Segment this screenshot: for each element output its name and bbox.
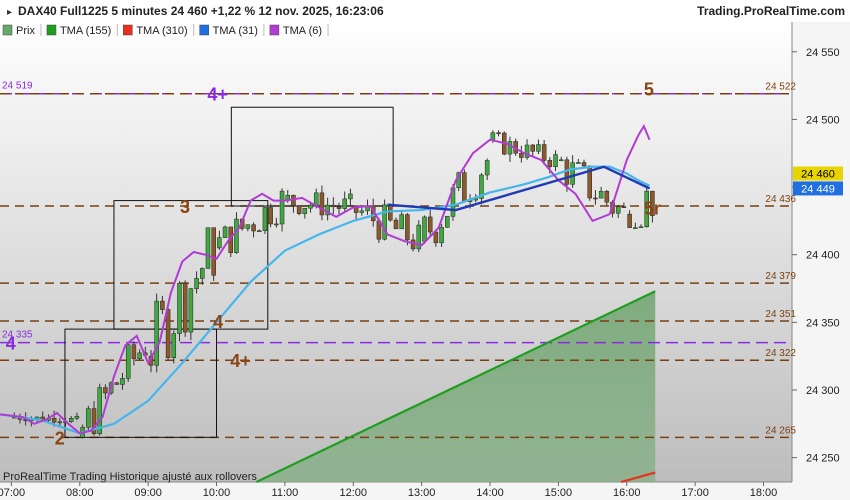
y-tick-label: 24 550 (806, 47, 840, 59)
candle (211, 227, 216, 281)
candle (296, 205, 302, 216)
candle (177, 281, 182, 342)
tma31-price-tag: 24 449 (793, 181, 843, 196)
wave-label: 4 (213, 312, 223, 332)
legend-swatch (199, 24, 209, 36)
legend-label: TMA (310) (136, 25, 187, 37)
candle (445, 216, 450, 228)
candle (182, 280, 188, 337)
candle (188, 287, 194, 341)
x-tick-label: 12:00 (340, 487, 368, 499)
legend-swatch (269, 24, 280, 36)
last-price-tag: 24 460 (793, 166, 843, 181)
legend-item[interactable]: TMA (6) (269, 24, 329, 37)
wave-label: 2 (55, 428, 65, 448)
x-tick-label: 10:00 (203, 487, 231, 499)
x-tick-label: 15:00 (545, 487, 573, 499)
x-tick-label: 18:00 (750, 487, 778, 499)
brand-label: Trading.ProRealTime.com (697, 4, 845, 18)
level-label: 24 379 (765, 271, 796, 282)
candle (462, 169, 467, 202)
candle (125, 342, 131, 382)
x-tick-label: 16:00 (613, 487, 641, 499)
x-tick-label: 09:00 (134, 487, 162, 499)
level-label: 24 519 (2, 81, 33, 92)
wave-label: 5r (644, 198, 661, 218)
legend-label: TMA (155) (60, 25, 111, 37)
level-label: 24 436 (765, 194, 796, 205)
candle (388, 203, 393, 222)
legend-label: TMA (31) (213, 25, 258, 37)
x-tick-label: 17:00 (681, 487, 709, 499)
wave-label: 5 (644, 79, 654, 99)
price-chart[interactable]: 24 519 24 52224 43624 37924 35124 33524 3… (0, 0, 850, 500)
level-label: 24 322 (765, 348, 796, 359)
candle (228, 226, 234, 258)
wave-label: 4+ (230, 351, 251, 371)
candle (262, 206, 268, 235)
legend-swatch (46, 24, 57, 36)
legend-swatch (123, 24, 133, 36)
candle (416, 220, 422, 253)
candle (205, 227, 211, 269)
chart-title: DAX40 Full1225 5 minutes 24 460 +1,22 % … (18, 4, 384, 18)
svg-text:24 460: 24 460 (801, 169, 835, 181)
candle (382, 199, 387, 241)
candle (86, 405, 91, 431)
y-tick-label: 24 250 (806, 453, 840, 465)
level-label: 24 265 (765, 425, 796, 436)
x-tick-label: 07:00 (0, 487, 25, 499)
x-tick-label: 14:00 (476, 487, 504, 499)
x-tick-label: 13:00 (408, 487, 436, 499)
wave-label: 4+ (207, 85, 228, 105)
legend-swatch (2, 24, 13, 36)
x-tick-label: 11:00 (272, 487, 299, 499)
y-tick-label: 24 400 (806, 250, 840, 262)
plot-background (0, 22, 792, 482)
wave-label: 3 (180, 197, 190, 217)
footer-note: ProRealTime Trading Historique ajusté au… (3, 471, 257, 483)
x-tick-label: 08:00 (66, 487, 94, 499)
legend-label: TMA (6) (283, 25, 322, 37)
wave-label: 4 (6, 334, 16, 354)
y-tick-label: 24 300 (806, 385, 840, 397)
svg-text:24 449: 24 449 (801, 183, 835, 195)
level-label: 24 522 (765, 82, 796, 93)
level-label: 24 351 (765, 309, 796, 320)
header-icon: ▸ (7, 7, 12, 18)
candle (222, 225, 228, 238)
legend-label: Prix (16, 25, 35, 37)
y-tick-label: 24 500 (806, 114, 840, 126)
candle (154, 293, 159, 373)
y-tick-label: 24 350 (806, 317, 840, 329)
